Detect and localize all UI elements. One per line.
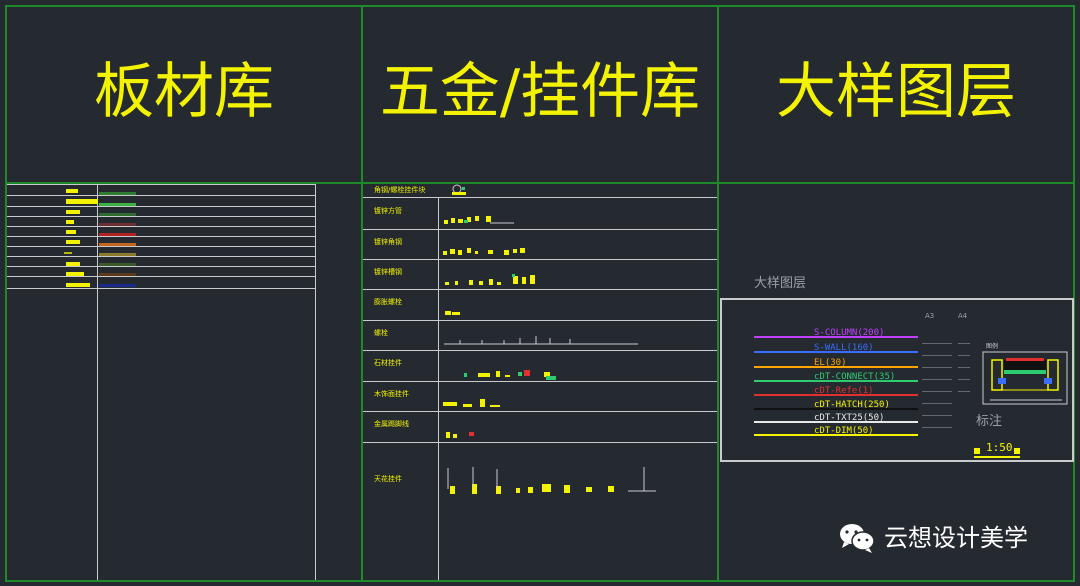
layer-label: S-WALL(160)	[814, 343, 874, 353]
layer-label: cDT-HATCH(250)	[814, 400, 890, 410]
hardware-row-label: 膨胀螺栓	[374, 298, 402, 306]
wechat-icon	[840, 524, 875, 553]
layer-label: EL(30)	[814, 358, 847, 368]
sheet-sample[interactable]	[66, 283, 90, 287]
annotation-label: 标注	[976, 414, 1003, 429]
layer-label: S-COLUMN(200)	[814, 328, 885, 338]
layer-legend-box[interactable]: A3 A4 S-COLUMN(200) S-WALL(160) EL(30) c…	[720, 298, 1074, 462]
title-hardware-library[interactable]: 五金/挂件库	[363, 62, 717, 122]
sheet-sample[interactable]	[66, 262, 80, 266]
hardware-row-label: 石材挂件	[374, 359, 402, 367]
scale-text: 1:50	[986, 441, 1013, 454]
title-detail-layers[interactable]: 大样图层	[719, 62, 1073, 122]
hardware-row-label: 镀锌方管	[374, 207, 402, 215]
hardware-row-label: 螺栓	[374, 329, 388, 337]
sheet-sample[interactable]	[66, 220, 74, 224]
hardware-drawings[interactable]	[438, 184, 717, 580]
sheet-sample[interactable]	[66, 230, 76, 234]
sheet-sample[interactable]	[66, 240, 80, 244]
title-sheet-library[interactable]: 板材库	[7, 62, 361, 122]
layer-label: cDT-Refe(1)	[814, 386, 874, 396]
detail-section-drawing[interactable]: 图例	[982, 340, 1072, 410]
hardware-row-label: 天花挂件	[374, 475, 402, 483]
layer-label: cDT-CONNECT(35)	[814, 372, 896, 382]
watermark-text: 云想设计美学	[884, 524, 1028, 552]
hardware-row-label: 角钢/螺栓挂件块	[374, 186, 426, 194]
svg-text:图例: 图例	[986, 342, 998, 350]
hardware-row-label: 木饰面挂件	[374, 390, 409, 398]
layer-label: cDT-DIM(50)	[814, 426, 874, 436]
hardware-row-label: 镀锌槽钢	[374, 268, 402, 276]
sheet-sample[interactable]	[66, 272, 84, 276]
sheet-sample[interactable]	[66, 189, 78, 193]
watermark: 云想设计美学	[838, 520, 1028, 556]
sheet-sample[interactable]	[66, 210, 80, 214]
sheet-sample[interactable]	[66, 199, 98, 204]
scale-marker[interactable]: 1:50	[974, 442, 1020, 458]
hardware-row-label: 金属踢脚线	[374, 420, 409, 428]
hardware-row-label: 镀锌角钢	[374, 238, 402, 246]
detail-layer-header: 大样图层	[754, 276, 807, 291]
layer-label: cDT-TXT25(50)	[814, 413, 885, 423]
